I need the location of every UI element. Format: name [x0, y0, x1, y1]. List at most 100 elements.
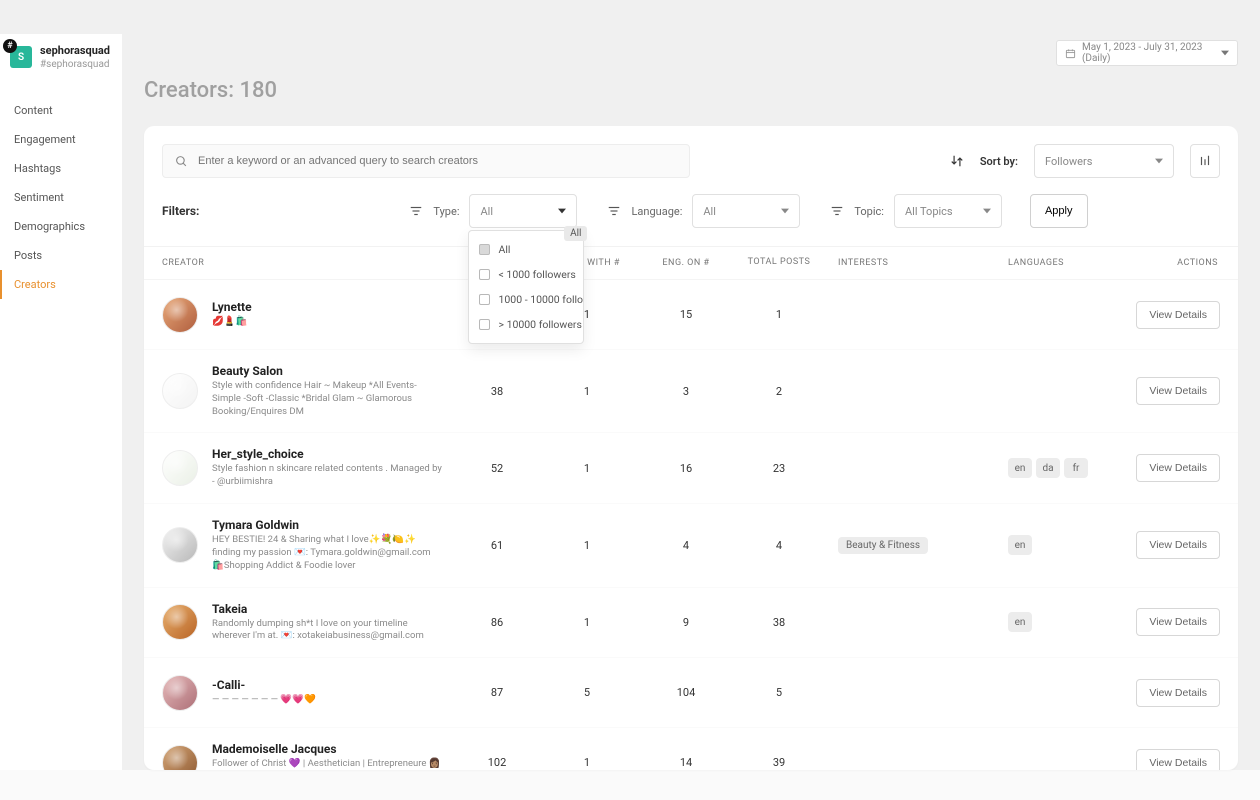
followers-cell: 87: [452, 686, 542, 699]
creator-name: Lynette: [212, 300, 252, 314]
avatar: [162, 297, 198, 333]
account-tag: #sephorasquad: [40, 59, 110, 70]
sort-by-label: Sort by:: [980, 155, 1018, 168]
density-toggle-button[interactable]: [1190, 144, 1220, 178]
col-creator: CREATOR: [162, 258, 452, 268]
view-details-button[interactable]: View Details: [1136, 531, 1220, 559]
creator-desc: Style with confidence Hair ~ Makeup *All…: [212, 380, 442, 418]
followers-cell: 38: [452, 385, 542, 398]
filter-language-select[interactable]: All: [692, 194, 800, 228]
total-posts-cell: 2: [740, 385, 818, 398]
sort-direction-icon[interactable]: [950, 154, 964, 168]
followers-cell: 86: [452, 616, 542, 629]
posts-with-cell: 1: [542, 756, 632, 769]
view-details-button[interactable]: View Details: [1136, 608, 1220, 636]
total-posts-cell: 39: [740, 756, 818, 769]
filter-type-tooltip: All: [564, 226, 587, 241]
col-actions: ACTIONS: [1098, 258, 1220, 268]
filter-bar: Filters: Type: All All: [144, 178, 1238, 246]
dropdown-option-gt10000[interactable]: > 10000 followers: [469, 312, 583, 337]
nav-hashtags[interactable]: Hashtags: [0, 154, 122, 183]
chevron-down-icon: [983, 208, 991, 214]
creator-name: Tymara Goldwin: [212, 518, 442, 532]
date-range-text: May 1, 2023 - July 31, 2023 (Daily): [1082, 42, 1221, 64]
creator-desc: Randomly dumping sh*t I love on your tim…: [212, 618, 442, 644]
chevron-down-icon: [1221, 49, 1229, 57]
avatar: [162, 373, 198, 409]
table-row: Her_style_choice Style fashion n skincare…: [144, 433, 1238, 504]
creator-desc: Style fashion n skincare related content…: [212, 463, 442, 489]
languages-cell: en: [1008, 612, 1098, 632]
filter-language-group: Language: All: [607, 194, 800, 228]
chevron-down-icon: [781, 208, 789, 214]
followers-cell: 102: [452, 756, 542, 769]
creator-desc: — — — — — — — 💗💗🧡: [212, 694, 316, 707]
filter-language-label: Language:: [631, 205, 682, 218]
view-details-button[interactable]: View Details: [1136, 454, 1220, 482]
nav: Content Engagement Hashtags Sentiment De…: [0, 86, 122, 299]
table-row: Mademoiselle Jacques Follower of Christ 💜…: [144, 728, 1238, 770]
date-range-picker[interactable]: May 1, 2023 - July 31, 2023 (Daily): [1056, 40, 1238, 66]
nav-demographics[interactable]: Demographics: [0, 212, 122, 241]
col-interests: INTERESTS: [818, 258, 1008, 268]
table-header: CREATOR FOLLOWERS POSTS WITH # ENG. ON #…: [144, 246, 1238, 280]
filter-topic-label: Topic:: [854, 205, 884, 218]
total-posts-cell: 38: [740, 616, 818, 629]
filter-topic-select[interactable]: All Topics: [894, 194, 1002, 228]
posts-with-cell: 5: [542, 686, 632, 699]
col-languages: LANGUAGES: [1008, 258, 1098, 268]
interests-cell: Beauty & Fitness: [818, 537, 1008, 554]
view-details-button[interactable]: View Details: [1136, 749, 1220, 770]
total-posts-cell: 1: [740, 308, 818, 321]
filter-type-select[interactable]: All All: [469, 194, 577, 228]
content-card: Sort by: Followers Filters: Type:: [144, 126, 1238, 770]
total-posts-cell: 23: [740, 462, 818, 475]
eng-on-cell: 9: [632, 616, 740, 629]
table-row: Lynette💋💄🛍️331151View Details: [144, 280, 1238, 350]
filters-label: Filters:: [162, 204, 199, 218]
dropdown-option-mid[interactable]: 1000 - 10000 follo...: [469, 287, 583, 312]
checkbox-icon: [479, 294, 490, 305]
search-input[interactable]: [198, 155, 677, 167]
view-details-button[interactable]: View Details: [1136, 679, 1220, 707]
language-badge: en: [1008, 612, 1032, 632]
filter-language-value: All: [703, 205, 716, 218]
creator-name: Her_style_choice: [212, 447, 442, 461]
eng-on-cell: 104: [632, 686, 740, 699]
creator-desc: HEY BESTIE! 24 & Sharing what I love✨💐🍋✨…: [212, 534, 442, 572]
dropdown-option-lt1000[interactable]: < 1000 followers: [469, 262, 583, 287]
language-badge: en: [1008, 458, 1032, 478]
brand-letter: S: [18, 52, 24, 63]
apply-button[interactable]: Apply: [1030, 194, 1088, 228]
creator-name: Mademoiselle Jacques: [212, 742, 442, 756]
view-details-button[interactable]: View Details: [1136, 377, 1220, 405]
nav-creators[interactable]: Creators: [0, 270, 122, 299]
main: May 1, 2023 - July 31, 2023 (Daily) Crea…: [122, 34, 1260, 770]
posts-with-cell: 1: [542, 385, 632, 398]
avatar: [162, 745, 198, 770]
opt-label: 1000 - 10000 follo...: [498, 293, 583, 306]
view-details-button[interactable]: View Details: [1136, 301, 1220, 329]
avatar: [162, 450, 198, 486]
nav-posts[interactable]: Posts: [0, 241, 122, 270]
page-title: Creators: 180: [144, 78, 277, 103]
languages-cell: endafr: [1008, 458, 1098, 478]
nav-sentiment[interactable]: Sentiment: [0, 183, 122, 212]
posts-with-cell: 1: [542, 462, 632, 475]
account-brand[interactable]: # S sephorasquad #sephorasquad: [0, 34, 122, 86]
creator-desc: 💋💄🛍️: [212, 316, 252, 329]
avatar: [162, 675, 198, 711]
search-box[interactable]: [162, 144, 690, 178]
filter-icon: [830, 204, 844, 218]
table-row: -Calli-— — — — — — — 💗💗🧡8751045View Deta…: [144, 658, 1238, 728]
col-total-posts: TOTAL POSTS: [740, 258, 818, 268]
table-body: Lynette💋💄🛍️331151View DetailsBeauty Salo…: [144, 280, 1238, 770]
sort-by-select[interactable]: Followers: [1034, 144, 1174, 178]
creator-desc: Follower of Christ 💜 | Aesthetician | En…: [212, 758, 442, 770]
nav-engagement[interactable]: Engagement: [0, 125, 122, 154]
eng-on-cell: 3: [632, 385, 740, 398]
eng-on-cell: 15: [632, 308, 740, 321]
nav-content[interactable]: Content: [0, 96, 122, 125]
eng-on-cell: 4: [632, 539, 740, 552]
filter-type-value: All: [480, 205, 493, 218]
